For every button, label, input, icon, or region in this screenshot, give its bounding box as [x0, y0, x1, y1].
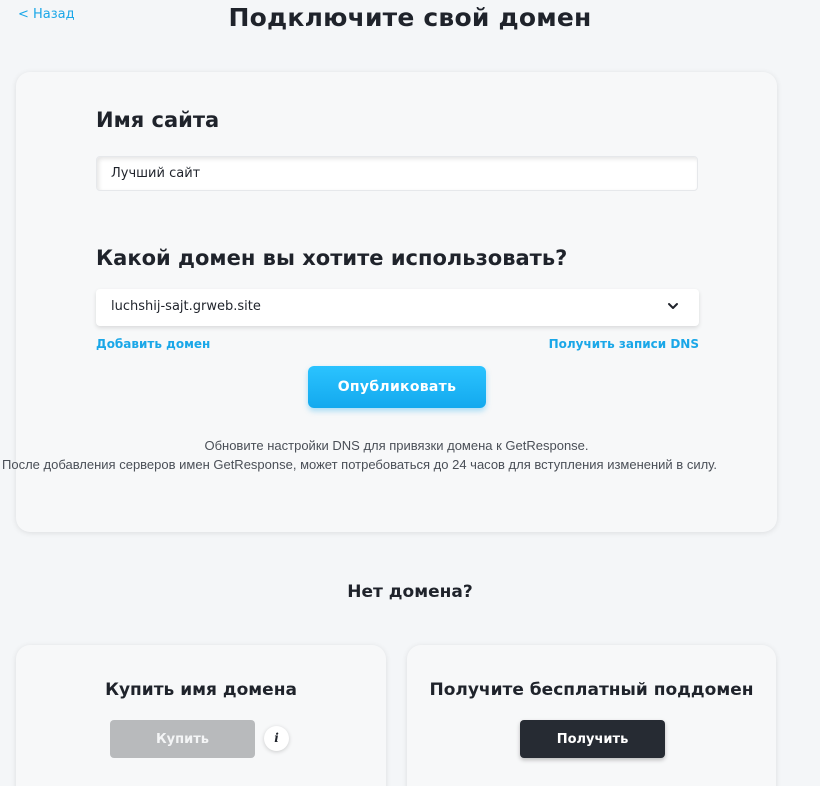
buy-domain-card: Купить имя домена Купить i [16, 645, 386, 786]
site-name-label: Имя сайта [96, 108, 220, 132]
info-icon[interactable]: i [264, 726, 289, 751]
domain-question-label: Какой домен вы хотите использовать? [96, 246, 568, 270]
free-subdomain-title: Получите бесплатный поддомен [429, 680, 754, 700]
site-name-field-wrapper [96, 156, 698, 191]
domain-select[interactable]: luchshij-sajt.grweb.site [96, 289, 699, 326]
connect-domain-page: < Назад Подключите свой домен Имя сайта … [0, 0, 820, 786]
page-title: Подключите свой домен [228, 3, 592, 32]
site-name-input[interactable] [97, 157, 697, 190]
buy-button[interactable]: Купить [110, 720, 255, 758]
get-subdomain-button[interactable]: Получить [520, 720, 665, 758]
chevron-down-icon [668, 303, 678, 309]
dns-note-line-2: После добавления серверов имен GetRespon… [2, 457, 717, 472]
no-domain-heading: Нет домена? [347, 582, 473, 602]
publish-button[interactable]: Опубликовать [308, 366, 486, 408]
dns-note-line-1: Обновите настройки DNS для привязки доме… [204, 438, 589, 453]
add-domain-link[interactable]: Добавить домен [96, 337, 210, 351]
get-dns-records-link[interactable]: Получить записи DNS [549, 337, 699, 351]
domain-select-value: luchshij-sajt.grweb.site [111, 299, 261, 314]
free-subdomain-card: Получите бесплатный поддомен Получить [407, 645, 776, 786]
buy-domain-title: Купить имя домена [105, 680, 297, 700]
domain-settings-card: Имя сайта Какой домен вы хотите использо… [2, 72, 777, 532]
